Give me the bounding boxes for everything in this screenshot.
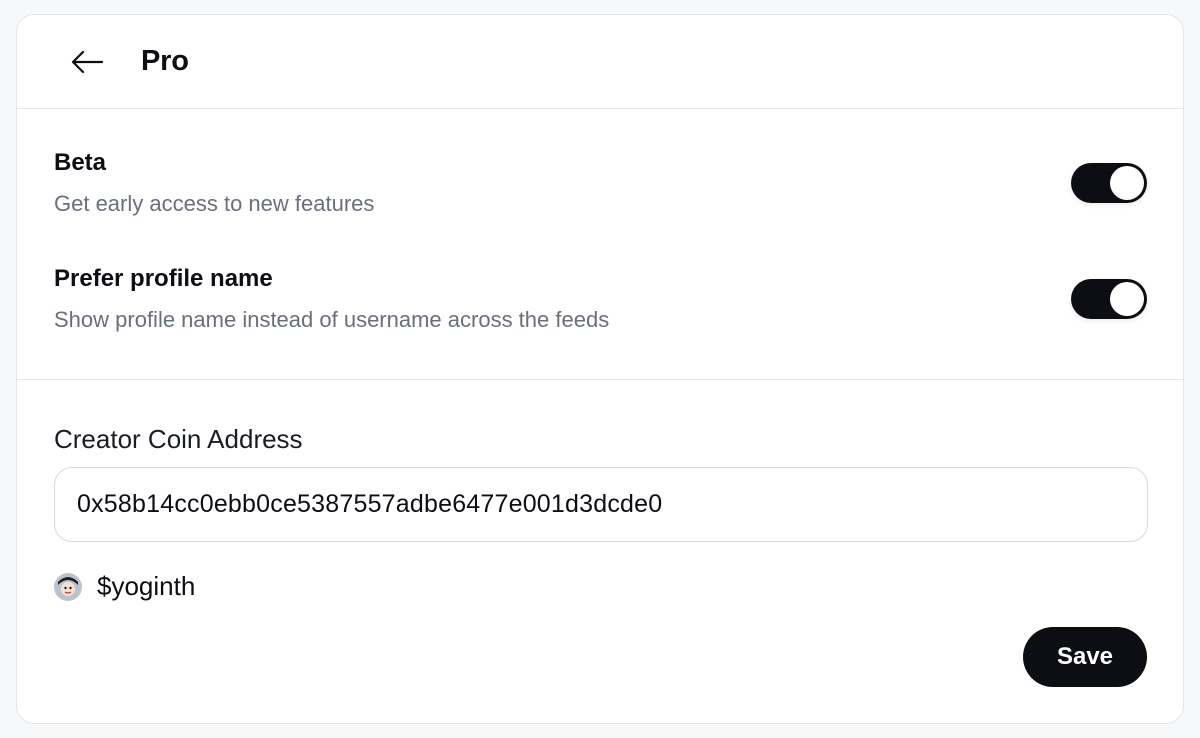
setting-title: Prefer profile name [54, 265, 273, 292]
beta-toggle[interactable] [1071, 163, 1147, 203]
setting-text: Prefer profile name Show profile name in… [54, 265, 609, 333]
toggle-settings-section: Beta Get early access to new features Pr… [17, 109, 1183, 380]
creator-coin-label: Creator Coin Address [54, 424, 303, 454]
setting-row-beta: Beta Get early access to new features [54, 149, 1147, 217]
creator-coin-address-input[interactable] [54, 467, 1148, 542]
setting-text: Beta Get early access to new features [54, 149, 374, 217]
setting-row-prefer-profile-name: Prefer profile name Show profile name in… [54, 265, 1147, 333]
creator-coin-section: Creator Coin Address $yoginth Save [17, 380, 1183, 723]
page-title: Pro [141, 45, 189, 77]
prefer-profile-name-toggle[interactable] [1071, 279, 1147, 319]
creator-coin-info: $yoginth [54, 571, 195, 602]
setting-description: Show profile name instead of username ac… [54, 307, 610, 332]
toggle-knob [1110, 166, 1144, 200]
toggle-knob [1110, 282, 1144, 316]
save-button[interactable]: Save [1023, 627, 1147, 687]
setting-title: Beta [54, 149, 107, 176]
setting-description: Get early access to new features [54, 191, 375, 216]
settings-card: Pro Beta Get early access to new feature… [16, 14, 1184, 724]
arrow-left-icon [71, 50, 104, 73]
avatar-icon [54, 572, 82, 601]
creator-coin-ticker: $yoginth [97, 571, 196, 601]
page-header: Pro [17, 15, 1183, 109]
back-button[interactable] [65, 40, 109, 84]
